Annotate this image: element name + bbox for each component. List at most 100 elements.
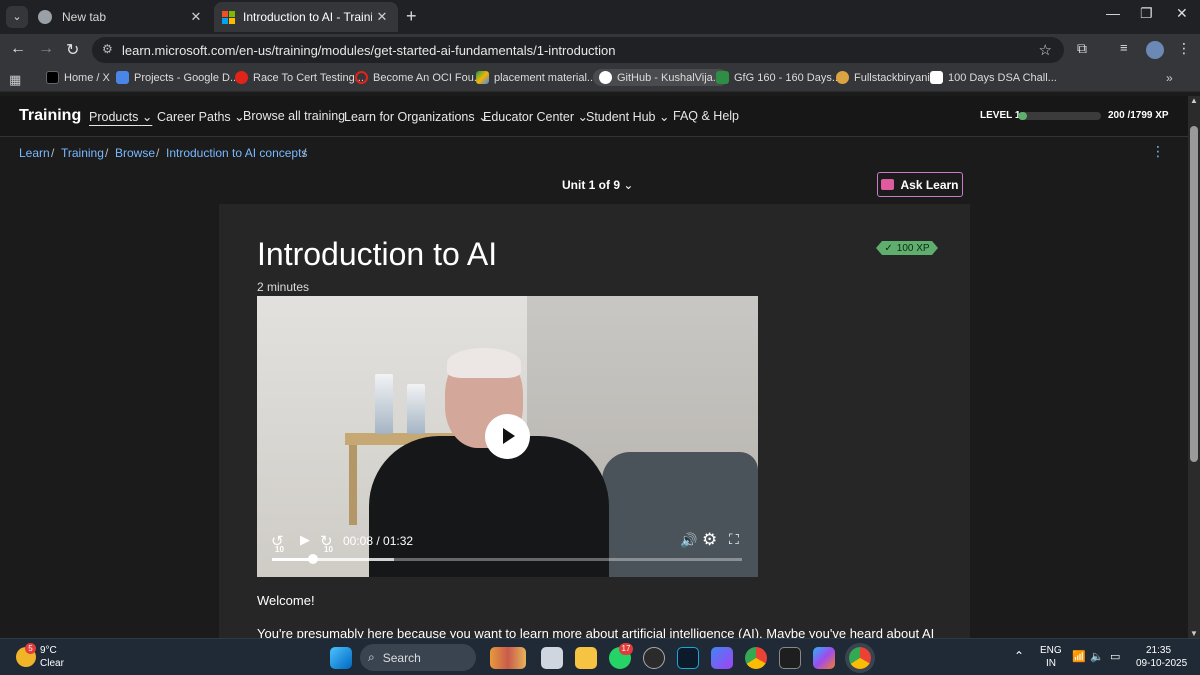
reload-icon[interactable]: ↻ [66,40,79,60]
nav-products[interactable]: Products ⌄ [89,109,152,124]
unit-selector[interactable]: Unit 1 of 9 ⌄ [562,178,633,192]
fullscreen-icon[interactable]: ⛶ [729,531,739,548]
bookmark-github[interactable]: GitHub - KushalVija... [593,69,728,86]
more-bookmarks-icon[interactable]: » [1166,71,1173,85]
ask-learn-icon [881,179,895,190]
level-label: LEVEL 1 [980,110,1021,121]
xp-progress-fill [1018,112,1028,120]
video-frame-trophy [375,374,393,434]
close-tab-icon[interactable]: ✕ [186,9,206,25]
address-bar[interactable]: ⚙ learn.microsoft.com/en-us/training/mod… [92,37,1064,63]
davinci-icon[interactable] [779,647,801,669]
scroll-down-icon[interactable]: ▼ [1190,629,1198,638]
chevron-down-icon: ⌄ [658,110,670,124]
search-highlight-icon[interactable] [490,647,526,669]
oracle-ring-icon [355,71,368,84]
close-tab-icon[interactable]: ✕ [372,9,392,25]
nav-educator-center[interactable]: Educator Center ⌄ [483,109,588,124]
chatgpt-icon[interactable] [643,647,665,669]
breadcrumb-browse[interactable]: Browse [115,146,155,160]
back-arrow-icon[interactable]: ← [10,40,26,58]
tab-introduction-to-ai[interactable]: Introduction to AI - Training | M ✕ [214,2,398,32]
new-tab-plus-icon[interactable]: + [406,6,417,27]
bookmark-home-x[interactable]: Home / X [46,71,110,84]
bookmark-100-days-dsa[interactable]: 100 Days DSA Chall... [930,71,1057,84]
settings-gear-icon[interactable]: ⚙ [702,530,717,550]
app-icon[interactable] [677,647,699,669]
bookmarks-bar: ▦ Home / X Projects - Google D... Race T… [0,66,1200,92]
tab-search-dropdown-icon[interactable]: ⌄ [6,6,28,28]
close-window-icon[interactable]: ✕ [1176,5,1188,22]
video-progress-track[interactable] [272,554,742,564]
nav-browse-all-training[interactable]: Browse all training [243,109,345,123]
chevron-down-icon: ⌄ [623,178,634,192]
page-scrollbar[interactable]: ▲ ▼ [1188,96,1200,638]
nav-student-hub[interactable]: Student Hub ⌄ [586,109,669,124]
scroll-up-icon[interactable]: ▲ [1190,96,1198,105]
language-bottom[interactable]: IN [1046,658,1056,669]
language-top[interactable]: ENG [1040,645,1062,656]
volume-icon[interactable]: 🔈 [1090,650,1104,663]
browser-menu-icon[interactable]: ⋮ [1177,40,1191,57]
site-brand[interactable]: Training [19,107,81,125]
media-controls-icon[interactable]: ≡ [1120,40,1128,55]
weather-desc: Clear [40,658,64,669]
wifi-icon[interactable]: 📶 [1072,650,1086,663]
battery-icon[interactable]: ▭ [1110,650,1120,663]
chrome-icon [38,10,52,24]
breadcrumb-module[interactable]: Introduction to AI concepts [166,146,307,160]
restore-icon[interactable]: ❐ [1140,5,1153,22]
video-player[interactable]: ↺ 10 ▶ ↻ 10 00:08 / 01:32 🔊 ⚙ ⛶ [257,296,758,577]
nav-faq-help[interactable]: FAQ & Help [673,109,739,123]
file-explorer-icon[interactable] [575,647,597,669]
browser-tab-strip: ⌄ New tab ✕ Introduction to AI - Trainin… [0,0,1200,34]
volume-icon[interactable]: 🔊 [680,532,697,549]
chrome-active-icon[interactable] [849,647,871,669]
chrome-icon[interactable] [745,647,767,669]
nav-career-paths[interactable]: Career Paths ⌄ [157,109,245,124]
welcome-text: Welcome! [257,593,315,608]
clock-date[interactable]: 09-10-2025 [1136,658,1187,669]
breadcrumb-training[interactable]: Training [61,146,104,160]
gemini-icon[interactable] [711,647,733,669]
windows-start-icon[interactable] [330,647,352,669]
bookmark-oci[interactable]: Become An OCI Fou... [355,71,483,84]
video-scrubber-handle[interactable] [307,554,318,564]
scrollbar-thumb[interactable] [1190,126,1198,462]
video-time: 00:08 / 01:32 [343,534,414,548]
play-button[interactable] [485,414,530,459]
extensions-icon[interactable]: ⧉ [1077,40,1087,57]
check-icon: ✓ [884,242,893,254]
bookmark-projects[interactable]: Projects - Google D... [116,71,239,84]
weather-badge: 5 [25,643,36,654]
breadcrumb-separator: / [156,146,160,160]
bookmark-fullstackbiryani[interactable]: Fullstackbiryani [836,71,930,84]
nav-learn-for-organizations[interactable]: Learn for Organizations ⌄ [344,109,489,124]
breadcrumb-separator: / [105,146,109,160]
bookmark-placement[interactable]: placement material... [476,71,596,84]
microsoft-logo-icon [222,10,235,24]
taskbar-search[interactable]: ⌕ Search [360,644,476,671]
copilot-icon[interactable] [813,647,835,669]
bookmark-gfg[interactable]: GfG 160 - 160 Days... [716,71,841,84]
ask-learn-button[interactable]: Ask Learn [877,172,963,197]
clock-time[interactable]: 21:35 [1146,645,1171,656]
site-header: Training Products ⌄ Career Paths ⌄ Brows… [0,96,1188,137]
bookmark-race-to-cert[interactable]: Race To Cert Testing... [235,71,364,84]
minimize-icon[interactable]: — [1106,5,1120,21]
apps-grid-icon[interactable]: ▦ [9,72,21,88]
more-options-icon[interactable]: ⋮ [1151,143,1165,160]
xp-progress-bar[interactable] [1018,112,1101,120]
profile-avatar[interactable] [1146,41,1164,59]
site-info-icon[interactable]: ⚙ [102,42,113,56]
show-hidden-icons[interactable]: ⌃ [1014,649,1024,663]
task-view-icon[interactable] [541,647,563,669]
breadcrumb-learn[interactable]: Learn [19,146,50,160]
play-icon[interactable]: ▶ [300,532,310,548]
browser-toolbar: ← → ↻ ⚙ learn.microsoft.com/en-us/traini… [0,34,1200,66]
forward-arrow-icon[interactable]: → [38,40,54,58]
bookmark-star-icon[interactable]: ☆ [1039,41,1052,59]
tab-new-tab[interactable]: New tab ✕ [30,2,212,32]
video-frame-presenter-body [369,436,609,577]
breadcrumb: Learn / Training / Browse / Introduction… [0,138,1188,166]
